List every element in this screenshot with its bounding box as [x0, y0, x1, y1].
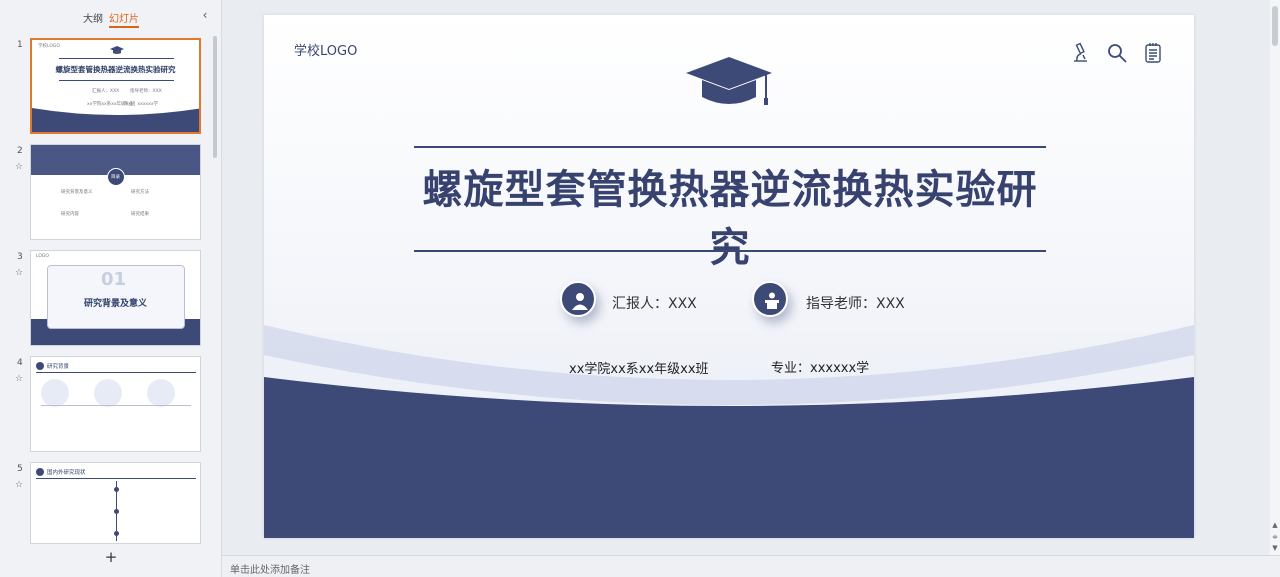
- star-icon[interactable]: ☆: [15, 162, 23, 172]
- slide-thumbnail-3[interactable]: LOGO 01 研究背景及意义: [30, 250, 201, 346]
- scroll-down-icon[interactable]: ▼: [1271, 543, 1279, 553]
- title-rule-bottom: [414, 250, 1046, 252]
- tab-outline[interactable]: 大纲: [83, 10, 103, 25]
- slide-number: 4: [17, 358, 23, 368]
- slide-editor-stage: 学校LOGO 螺旋型套管换热器逆流换热实验研究 汇报人：XXX 指导老师：XXX…: [222, 0, 1270, 554]
- advisor-badge: [752, 281, 788, 317]
- search-icon: [1108, 44, 1127, 63]
- star-icon[interactable]: ☆: [15, 374, 23, 384]
- thumb-big-number: 01: [101, 269, 127, 290]
- thumb-rule: [36, 478, 196, 479]
- thumb-circle: [94, 379, 122, 407]
- scrollbar-thumb[interactable]: [1272, 6, 1278, 46]
- graduation-cap-icon: [110, 46, 124, 54]
- slide-title[interactable]: 螺旋型套管换热器逆流换热实验研究: [414, 157, 1046, 273]
- thumb-title: 螺旋型套管换热器逆流换热实验研究: [55, 65, 176, 74]
- major-info-text[interactable]: 专业：xxxxxx学: [771, 357, 869, 376]
- title-rule-top: [414, 146, 1046, 148]
- thumb-wave: [32, 108, 199, 132]
- thumb-heading: 国内外研究现状: [47, 470, 86, 476]
- star-icon[interactable]: ☆: [15, 480, 23, 490]
- slide-thumbnail-row[interactable]: 4 ☆ 研究背景: [0, 356, 212, 452]
- add-slide-button[interactable]: +: [104, 548, 118, 566]
- scroll-up-icon[interactable]: ▲: [1271, 520, 1279, 530]
- thumb-logo-text: 学校LOGO: [38, 44, 60, 49]
- class-info-text[interactable]: xx学院xx系xx年级xx班: [569, 358, 709, 377]
- school-logo-text: 学校LOGO: [294, 44, 358, 59]
- podium-icon: [765, 292, 779, 309]
- slide-thumbnail-5[interactable]: 国内外研究现状: [30, 462, 201, 544]
- reporter-text[interactable]: 汇报人：XXX: [612, 293, 697, 313]
- slide-number: 1: [17, 40, 23, 50]
- reporter-badge: [560, 281, 596, 317]
- thumb-circle: [147, 379, 175, 407]
- thumb-toc-item: 研究内容: [61, 212, 79, 217]
- panel-tabs: 大纲 幻灯片 ‹: [0, 0, 222, 32]
- slide-number: 5: [17, 464, 23, 474]
- graduation-cap-icon: [686, 57, 772, 105]
- thumb-logo-text: LOGO: [36, 254, 49, 259]
- thumb-bullet: [36, 362, 44, 370]
- thumb-dot: [114, 531, 119, 536]
- slide-thumbnail-4[interactable]: 研究背景: [30, 356, 201, 452]
- thumb-rule: [36, 372, 196, 373]
- microscope-icon: [1074, 42, 1087, 62]
- thumb-reporter: 汇报人：XXX: [92, 89, 120, 94]
- slide-thumbnail-2[interactable]: 目录 研究背景及意义 研究方法 研究内容 研究结果: [30, 144, 201, 240]
- thumb-toc-item: 研究背景及意义: [61, 190, 93, 195]
- thumbnail-scrollbar[interactable]: [213, 36, 217, 158]
- advisor-text[interactable]: 指导老师：XXX: [806, 293, 905, 313]
- person-icon: [572, 293, 588, 310]
- thumb-heading: 研究背景及意义: [83, 299, 147, 309]
- slide-number: 3: [17, 252, 23, 262]
- notepad-icon: [1145, 43, 1161, 63]
- notes-bar[interactable]: 单击此处添加备注: [222, 555, 1280, 577]
- thumb-rule: [41, 405, 191, 406]
- editor-scrollbar[interactable]: ▲ ≑ ▼: [1270, 0, 1280, 555]
- thumb-dot: [114, 487, 119, 492]
- slide-number: 2: [17, 146, 23, 156]
- thumb-advisor: 指导老师：XXX: [130, 89, 162, 94]
- slide-thumbnail-row[interactable]: 5 ☆ 国内外研究现状: [0, 462, 212, 544]
- thumb-circle: [41, 379, 69, 407]
- thumb-bullet: [36, 468, 44, 476]
- slide-thumbnail-1[interactable]: 学校LOGO 螺旋型套管换热器逆流换热实验研究 汇报人：XXX 指导老师：XXX…: [30, 38, 201, 134]
- thumb-heading: 研究背景: [47, 364, 70, 370]
- thumb-toc-label: 目录: [111, 175, 120, 180]
- collapse-panel-button[interactable]: ‹: [199, 8, 211, 22]
- thumb-dot: [114, 509, 119, 514]
- thumb-toc-item: 研究方法: [131, 190, 149, 195]
- scroll-page-icon[interactable]: ≑: [1271, 532, 1279, 542]
- slide-thumbnail-row[interactable]: 3 ☆ LOGO 01 研究背景及意义: [0, 250, 212, 346]
- notes-placeholder[interactable]: 单击此处添加备注: [230, 561, 310, 576]
- slide-thumbnail-row[interactable]: 1 学校LOGO 螺旋型套管换热器逆流换热实验研究 汇报人：XXX 指导老师：X…: [0, 38, 212, 134]
- slide-panel: 大纲 幻灯片 ‹ 1 学校LOGO 螺旋型套管换热器逆流换热实验研究 汇报人：X…: [0, 0, 222, 577]
- current-slide[interactable]: 学校LOGO 螺旋型套管换热器逆流换热实验研究 汇报人：XXX 指导老师：XXX…: [264, 15, 1194, 538]
- thumb-toc-item: 研究结果: [131, 212, 149, 217]
- thumb-title-line: [59, 58, 174, 59]
- tab-slides[interactable]: 幻灯片: [109, 10, 139, 28]
- thumb-title-line: [59, 80, 174, 81]
- slide-thumbnail-row[interactable]: 2 ☆ 目录 研究背景及意义 研究方法 研究内容 研究结果: [0, 144, 212, 240]
- star-icon[interactable]: ☆: [15, 268, 23, 278]
